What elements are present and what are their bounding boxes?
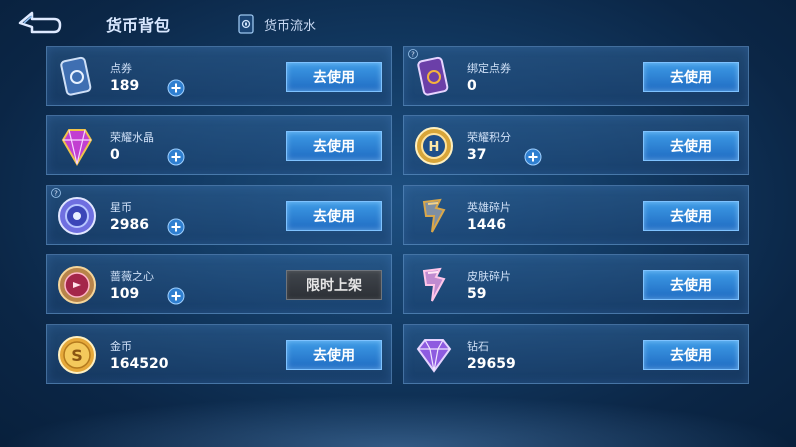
use-button[interactable]: 去使用	[286, 201, 382, 231]
use-button[interactable]: 去使用	[286, 340, 382, 370]
plus-icon[interactable]	[167, 218, 185, 236]
currency-card-glory-points: H 荣耀积分 37 去使用	[403, 115, 749, 175]
use-button[interactable]: 去使用	[643, 131, 739, 161]
hero-shard-icon	[422, 198, 446, 233]
currency-name: 蔷薇之心	[110, 270, 154, 283]
currency-name: 星币	[110, 201, 132, 214]
plus-icon[interactable]	[524, 148, 542, 166]
skin-shard-icon	[422, 267, 446, 302]
currency-card-skin-shard: 皮肤碎片 59 去使用	[403, 254, 749, 314]
glory-crystal-icon	[61, 129, 93, 166]
voucher-card-icon	[60, 56, 92, 96]
currency-name: 英雄碎片	[467, 201, 511, 214]
glory-points-coin-icon: H	[415, 127, 453, 165]
use-button[interactable]: 去使用	[643, 270, 739, 300]
use-button[interactable]: 去使用	[286, 62, 382, 92]
currency-amount: 1446	[467, 217, 506, 233]
currency-name: 金币	[110, 340, 132, 353]
svg-text:S: S	[71, 346, 83, 365]
bottom-glow	[0, 395, 796, 447]
use-button[interactable]: 去使用	[643, 340, 739, 370]
currency-amount: 164520	[110, 356, 169, 372]
use-button[interactable]: 去使用	[643, 62, 739, 92]
plus-icon[interactable]	[167, 287, 185, 305]
currency-card-gold-coin: S 金币 164520 去使用	[46, 324, 392, 384]
currency-card-bound-voucher: ? 绑定点券 0 去使用	[403, 46, 749, 106]
use-button[interactable]: 去使用	[286, 131, 382, 161]
currency-name: 荣耀积分	[467, 131, 511, 144]
currency-card-diamond: 钻石 29659 去使用	[403, 324, 749, 384]
plus-icon[interactable]	[167, 148, 185, 166]
currency-amount: 189	[110, 78, 140, 94]
currency-amount: 109	[110, 286, 140, 302]
rose-heart-icon	[58, 266, 96, 304]
currency-name: 绑定点券	[467, 62, 511, 75]
currency-amount: 0	[110, 147, 120, 163]
currency-name: 点券	[110, 62, 132, 75]
bound-voucher-card-icon	[417, 56, 449, 96]
currency-amount: 2986	[110, 217, 149, 233]
currency-card-glory-crystal: 荣耀水晶 0 去使用	[46, 115, 392, 175]
diamond-icon	[416, 339, 452, 373]
currency-card-voucher: 点券 189 去使用	[46, 46, 392, 106]
currency-amount: 0	[467, 78, 477, 94]
currency-grid: 点券 189 去使用 ? 绑定点券 0 去使用 荣耀水晶 0 去使用 H 荣耀积…	[0, 0, 796, 447]
use-button[interactable]: 去使用	[643, 201, 739, 231]
currency-card-star-coin: ? 星币 2986 去使用	[46, 185, 392, 245]
currency-amount: 37	[467, 147, 487, 163]
star-coin-icon	[58, 197, 96, 235]
limited-time-button[interactable]: 限时上架	[286, 270, 382, 300]
currency-name: 荣耀水晶	[110, 131, 154, 144]
svg-text:H: H	[429, 140, 440, 155]
currency-amount: 59	[467, 286, 487, 302]
currency-card-rose-heart: 蔷薇之心 109 限时上架	[46, 254, 392, 314]
gold-coin-icon: S	[58, 336, 96, 374]
currency-name: 皮肤碎片	[467, 270, 511, 283]
currency-amount: 29659	[467, 356, 516, 372]
currency-card-hero-shard: 英雄碎片 1446 去使用	[403, 185, 749, 245]
currency-name: 钻石	[467, 340, 489, 353]
plus-icon[interactable]	[167, 79, 185, 97]
